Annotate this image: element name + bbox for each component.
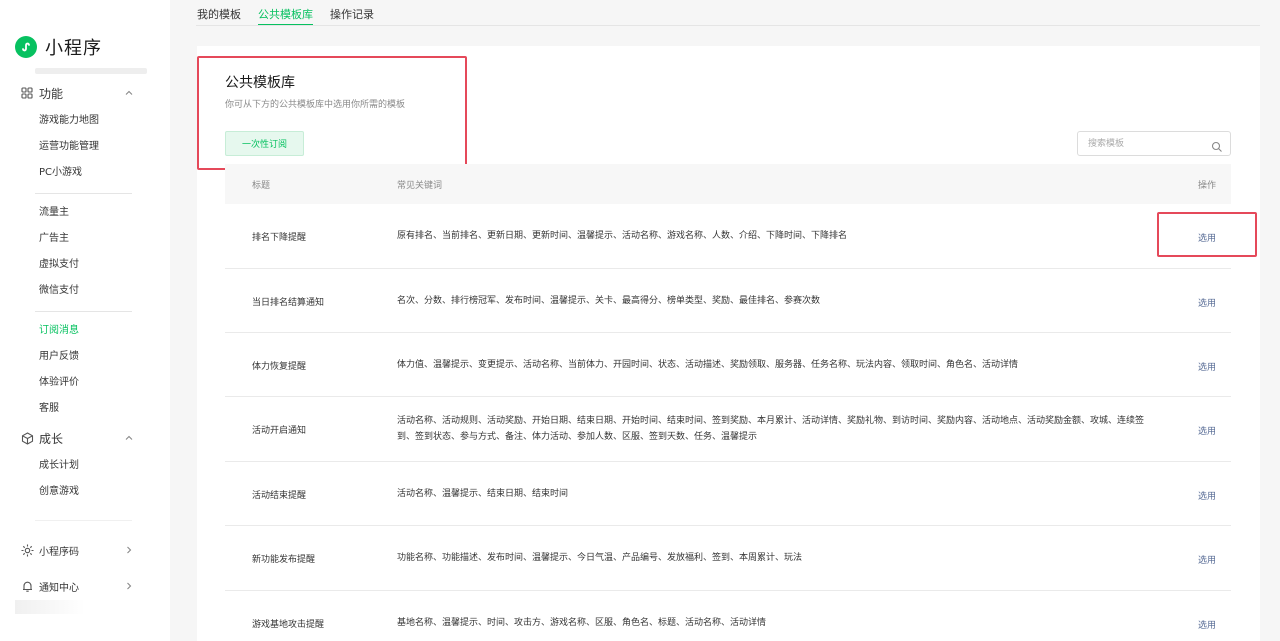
table-row: 新功能发布提醒 功能名称、功能描述、发布时间、温馨提示、今日气温、产品编号、发放… xyxy=(225,526,1231,591)
search-input[interactable] xyxy=(1088,136,1208,152)
row-keywords: 活动名称、活动规则、活动奖励、开始日期、结束日期、开始时间、结束时间、签到奖励、… xyxy=(397,416,1145,442)
sidebar-item-creative-games[interactable]: 创意游戏 xyxy=(39,484,79,500)
nav-group-label: 通知中心 xyxy=(39,582,79,594)
table-row: 当日排名结算通知 名次、分数、排行榜冠军、发布时间、温馨提示、关卡、最高得分、榜… xyxy=(225,269,1231,333)
column-header-title: 标题 xyxy=(252,181,271,191)
chevron-up-icon xyxy=(124,433,134,443)
sidebar-item-user-feedback[interactable]: 用户反馈 xyxy=(39,349,79,365)
highlight-box xyxy=(1157,212,1257,257)
table-row: 排名下降提醒 原有排名、当前排名、更新日期、更新时间、温馨提示、活动名称、游戏名… xyxy=(225,204,1231,269)
brand-name: 小程序 xyxy=(45,38,102,59)
tab-public-library[interactable]: 公共模板库 xyxy=(258,6,313,26)
highlight-box xyxy=(197,56,467,170)
row-keywords: 原有排名、当前排名、更新日期、更新时间、温馨提示、活动名称、游戏名称、人数、介绍… xyxy=(397,231,848,241)
nav-divider xyxy=(35,520,132,521)
select-template-link[interactable]: 选用 xyxy=(1198,618,1216,631)
column-header-action: 操作 xyxy=(1198,181,1217,191)
nav-group-label: 功能 xyxy=(39,86,64,101)
chevron-right-icon xyxy=(124,545,134,555)
nav-divider xyxy=(35,193,132,194)
row-title: 游戏基地攻击提醒 xyxy=(252,620,325,630)
sidebar-item-virtual-payment[interactable]: 虚拟支付 xyxy=(39,257,79,273)
sidebar-item-game-ability-map[interactable]: 游戏能力地图 xyxy=(39,113,99,129)
nav-divider xyxy=(35,311,132,312)
chevron-right-icon xyxy=(124,581,134,591)
select-template-link[interactable]: 选用 xyxy=(1198,424,1216,437)
sidebar-item-operations[interactable]: 运营功能管理 xyxy=(39,139,99,155)
select-template-link[interactable]: 选用 xyxy=(1198,296,1216,309)
nav-group-growth[interactable]: 成长 xyxy=(0,426,170,450)
chevron-up-icon xyxy=(124,88,134,98)
table-row: 体力恢复提醒 体力值、温馨提示、变更提示、活动名称、当前体力、开园时间、状态、活… xyxy=(225,333,1231,397)
row-keywords: 名次、分数、排行榜冠军、发布时间、温馨提示、关卡、最高得分、榜单类型、奖励、最佳… xyxy=(397,296,821,306)
nav-group-features[interactable]: 功能 xyxy=(0,81,170,105)
mini-program-logo-icon xyxy=(15,36,37,58)
select-template-link[interactable]: 选用 xyxy=(1198,489,1216,502)
brand[interactable]: 小程序 xyxy=(15,34,102,60)
sidebar-item-traffic-owner[interactable]: 流量主 xyxy=(39,205,69,221)
row-title: 排名下降提醒 xyxy=(252,233,307,243)
row-title: 活动结束提醒 xyxy=(252,491,307,501)
sidebar-item-experience-rating[interactable]: 体验评价 xyxy=(39,375,79,391)
row-keywords: 活动名称、温馨提示、结束日期、结束时间 xyxy=(397,489,569,499)
table-row: 游戏基地攻击提醒 基地名称、温馨提示、时间、攻击方、游戏名称、区服、角色名、标题… xyxy=(225,591,1231,641)
search-icon[interactable] xyxy=(1211,138,1223,152)
search-box[interactable] xyxy=(1077,131,1231,156)
sidebar-item-growth-plan[interactable]: 成长计划 xyxy=(39,458,79,474)
row-keywords: 功能名称、功能描述、发布时间、温馨提示、今日气温、产品编号、发放福利、签到、本周… xyxy=(397,553,803,563)
column-header-keywords: 常见关键词 xyxy=(397,181,443,191)
row-keywords: 体力值、温馨提示、变更提示、活动名称、当前体力、开园时间、状态、活动描述、奖励领… xyxy=(397,360,1019,370)
sidebar: 小程序 功能 游戏能力地图 运营功能管理 PC小游戏 流量主 广告主 虚拟支付 … xyxy=(0,0,170,641)
sidebar-item-wechat-pay[interactable]: 微信支付 xyxy=(39,283,79,299)
row-title: 当日排名结算通知 xyxy=(252,298,325,308)
brand-underline xyxy=(35,68,147,74)
nav-group-label: 小程序码 xyxy=(39,546,79,558)
table-header: 标题 常见关键词 操作 xyxy=(225,164,1231,204)
tab-operation-log[interactable]: 操作记录 xyxy=(330,6,374,26)
row-keywords: 基地名称、温馨提示、时间、攻击方、游戏名称、区服、角色名、标题、活动名称、活动详… xyxy=(397,618,767,628)
select-template-link[interactable]: 选用 xyxy=(1198,553,1216,566)
nav-group-label: 成长 xyxy=(39,431,64,446)
grid-icon xyxy=(20,86,34,100)
sun-icon xyxy=(20,543,34,557)
table-row: 活动开启通知 活动名称、活动规则、活动奖励、开始日期、结束日期、开始时间、结束时… xyxy=(225,397,1231,462)
bell-icon xyxy=(20,579,34,593)
select-template-link[interactable]: 选用 xyxy=(1198,360,1216,373)
row-title: 活动开启通知 xyxy=(252,426,307,436)
sidebar-item-advertiser[interactable]: 广告主 xyxy=(39,231,69,247)
sidebar-fade xyxy=(15,600,85,614)
nav-group-qrcode[interactable]: 小程序码 xyxy=(0,538,170,562)
table-row: 活动结束提醒 活动名称、温馨提示、结束日期、结束时间 选用 xyxy=(225,462,1231,526)
row-title: 体力恢复提醒 xyxy=(252,362,307,372)
sidebar-item-pc-minigame[interactable]: PC小游戏 xyxy=(39,165,82,181)
sidebar-item-customer-service[interactable]: 客服 xyxy=(39,401,59,417)
tabs-divider xyxy=(196,25,1260,26)
row-title: 新功能发布提醒 xyxy=(252,555,316,565)
sidebar-item-subscription-messages[interactable]: 订阅消息 xyxy=(39,323,79,339)
tab-my-templates[interactable]: 我的模板 xyxy=(197,6,241,26)
cube-icon xyxy=(20,431,34,445)
nav-group-notifications[interactable]: 通知中心 xyxy=(0,574,170,598)
